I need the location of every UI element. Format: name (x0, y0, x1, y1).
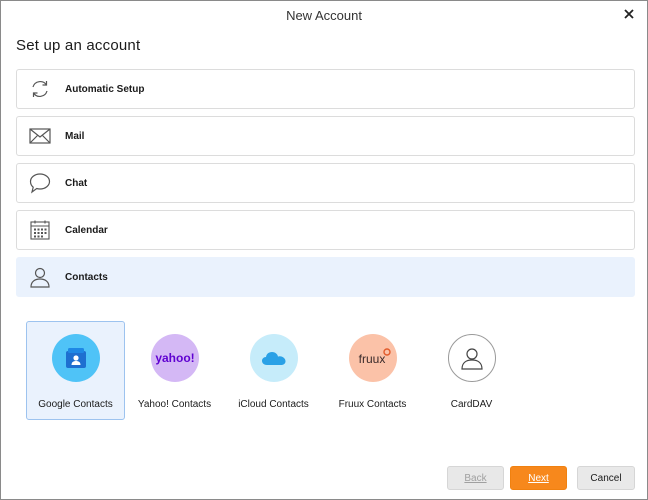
carddav-person-icon (447, 334, 496, 382)
google-contacts-icon (51, 334, 100, 382)
back-button[interactable]: Back (447, 466, 504, 490)
provider-label: Google Contacts (38, 399, 113, 410)
provider-icloud-contacts[interactable]: iCloud Contacts (224, 321, 323, 420)
chat-bubble-icon (28, 171, 52, 195)
provider-fruux-contacts[interactable]: fruux Fruux Contacts (323, 321, 422, 420)
provider-label: Fruux Contacts (338, 399, 407, 410)
svg-text:fruux: fruux (358, 352, 385, 366)
option-label: Chat (65, 177, 88, 189)
account-type-list: Automatic Setup Mail Chat Calendar Conta… (16, 69, 635, 304)
option-automatic-setup[interactable]: Automatic Setup (16, 69, 635, 109)
option-mail[interactable]: Mail (16, 116, 635, 156)
option-label: Automatic Setup (65, 83, 145, 95)
next-button-label: Next (528, 472, 549, 484)
new-account-dialog: New Account Set up an account Automatic … (0, 0, 648, 500)
provider-label: CardDAV (450, 399, 493, 410)
option-contacts[interactable]: Contacts (16, 257, 635, 297)
title-bar: New Account (1, 1, 647, 29)
provider-label: Yahoo! Contacts (137, 399, 212, 410)
window-title: New Account (286, 7, 362, 23)
svg-text:yahoo!: yahoo! (155, 351, 194, 365)
option-chat[interactable]: Chat (16, 163, 635, 203)
yahoo-logo: yahoo! (150, 334, 199, 382)
envelope-icon (28, 124, 52, 148)
provider-yahoo-contacts[interactable]: yahoo! Yahoo! Contacts (125, 321, 224, 420)
person-icon (28, 265, 52, 289)
icloud-icon (249, 334, 298, 382)
provider-carddav[interactable]: CardDAV (422, 321, 521, 420)
next-button[interactable]: Next (510, 466, 567, 490)
sync-icon (28, 77, 52, 101)
option-label: Mail (65, 130, 85, 142)
close-icon[interactable] (621, 6, 637, 22)
option-label: Calendar (65, 224, 108, 236)
cancel-button-label: Cancel (590, 472, 622, 484)
option-label: Contacts (65, 271, 108, 283)
cancel-button[interactable]: Cancel (577, 466, 635, 490)
page-title: Set up an account (16, 37, 141, 54)
contacts-provider-list: Google Contacts yahoo! Yahoo! Contacts i… (26, 321, 521, 420)
provider-google-contacts[interactable]: Google Contacts (26, 321, 125, 420)
provider-label: iCloud Contacts (238, 399, 309, 410)
fruux-logo: fruux (348, 334, 397, 382)
option-calendar[interactable]: Calendar (16, 210, 635, 250)
calendar-icon (28, 218, 52, 242)
back-button-label: Back (464, 472, 487, 484)
